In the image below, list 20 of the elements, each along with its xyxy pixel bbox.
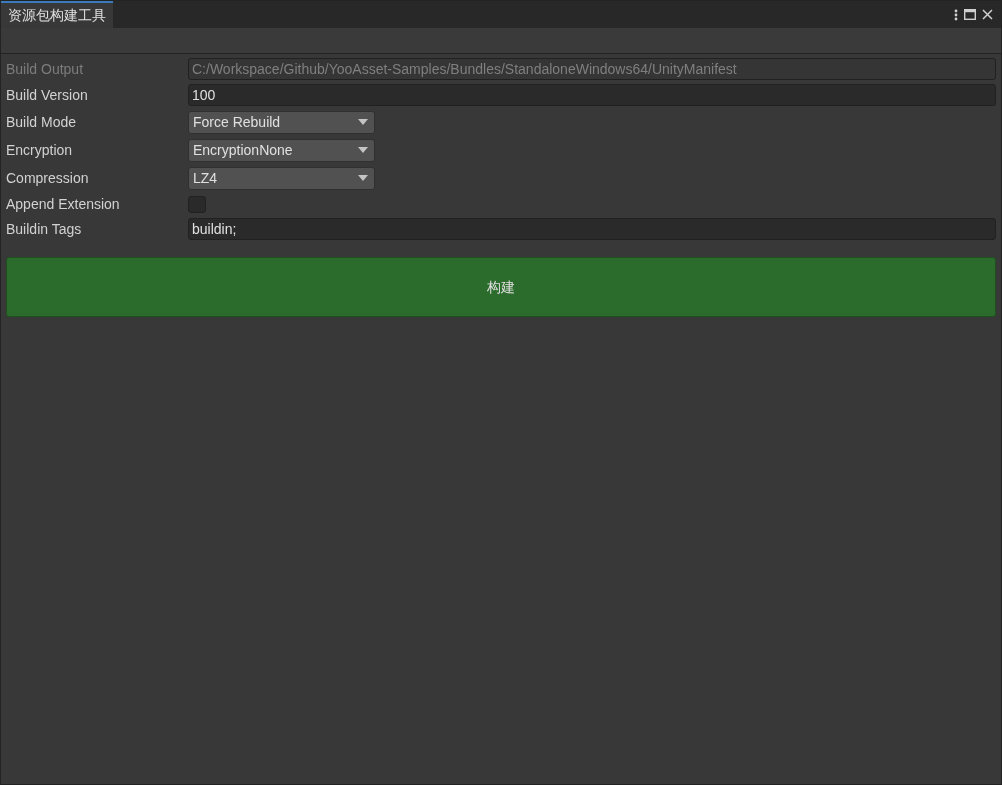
field-label: Append Extension: [6, 194, 121, 214]
text-field[interactable]: buildin;: [188, 218, 996, 240]
window-tab[interactable]: 资源包构建工具: [1, 1, 113, 28]
build-button[interactable]: 构建: [6, 257, 996, 317]
field-label: Build Version: [6, 85, 89, 105]
field-label: Encryption: [6, 140, 74, 160]
dropdown[interactable]: Force Rebuild: [188, 110, 375, 134]
dropdown-arrow-icon: [358, 119, 368, 125]
text-field[interactable]: 100: [188, 84, 996, 106]
dropdown[interactable]: EncryptionNone: [188, 138, 375, 162]
field-label: Build Mode: [6, 112, 78, 132]
dropdown[interactable]: LZ4: [188, 166, 375, 190]
field-label: Build Output: [6, 59, 85, 79]
maximize-icon[interactable]: [964, 9, 976, 20]
more-options-icon[interactable]: [954, 8, 958, 21]
field-label: Compression: [6, 168, 90, 188]
field-label: Buildin Tags: [6, 219, 83, 239]
dropdown-arrow-icon: [358, 147, 368, 153]
close-icon[interactable]: [982, 9, 993, 20]
dropdown-arrow-icon: [358, 175, 368, 181]
